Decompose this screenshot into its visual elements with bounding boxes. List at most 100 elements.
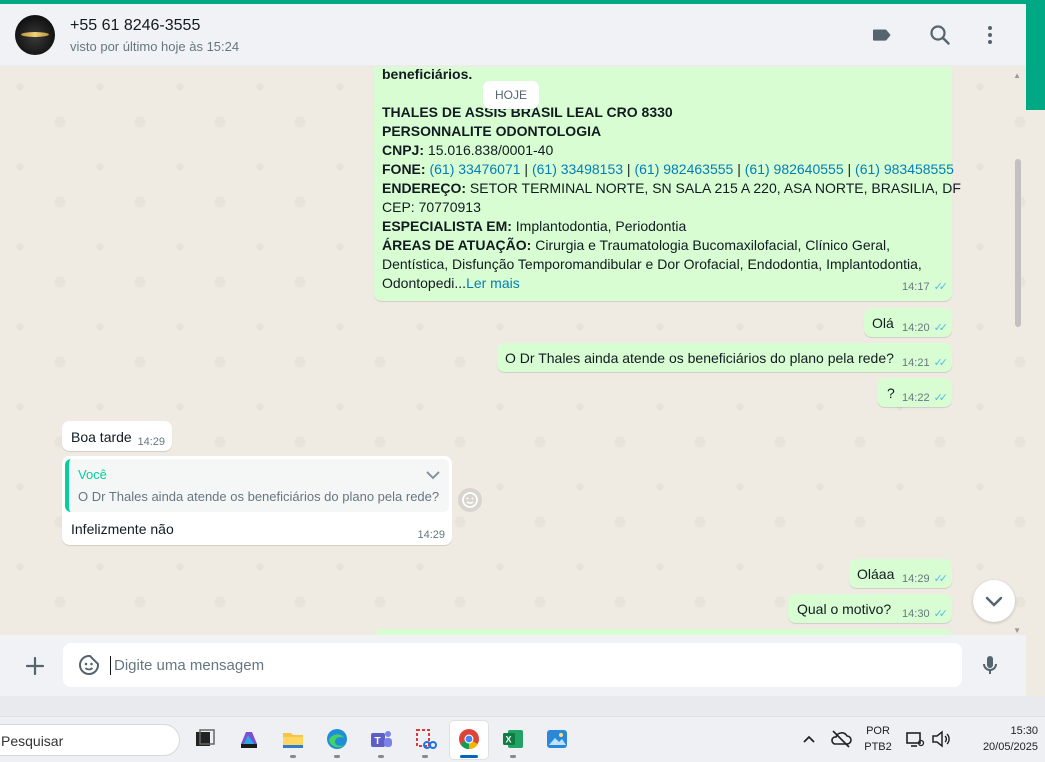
message-bubble-incoming-reply[interactable]: Você O Dr Thales ainda atende os benefic… — [62, 456, 452, 545]
message-text: 15.016.838/0001-40 — [424, 142, 554, 158]
excel-icon[interactable]: X — [500, 726, 526, 752]
sticker-emoji-icon[interactable] — [77, 653, 101, 677]
read-ticks-icon: ✓✓ — [933, 573, 949, 585]
scroll-to-bottom-button[interactable] — [973, 580, 1015, 622]
chrome-icon[interactable] — [456, 726, 482, 752]
clock-time[interactable]: 15:30 — [986, 725, 1038, 737]
read-ticks-icon: ✓✓ — [933, 281, 949, 293]
keyboard-language[interactable]: POR — [864, 725, 892, 737]
message-text: Olá — [872, 315, 894, 331]
react-emoji-icon[interactable] — [458, 488, 482, 512]
message-time: 14:21 ✓✓ — [902, 357, 949, 369]
cloud-offline-icon[interactable] — [828, 726, 854, 752]
volume-icon[interactable] — [928, 726, 954, 752]
running-indicator — [378, 755, 384, 758]
running-indicator — [422, 755, 428, 758]
date-divider: HOJE — [483, 81, 540, 109]
chevron-up-icon[interactable] — [796, 726, 822, 752]
read-ticks-icon: ✓✓ — [933, 608, 949, 620]
contact-name[interactable]: +55 61 8246-3555 — [70, 17, 200, 35]
windows-taskbar: Pesquisar T X POR PTB2 15:30 20/05/2025 — [0, 716, 1045, 762]
message-bubble-outgoing[interactable]: O Dr Thales ainda atende os beneficiário… — [497, 343, 952, 372]
svg-text:T: T — [375, 736, 381, 747]
keyboard-layout[interactable]: PTB2 — [862, 741, 894, 753]
message-text: Dentística, Disfunção Temporomandibular … — [382, 256, 922, 272]
phone-link[interactable]: (61) 982640555 — [745, 161, 844, 177]
scroll-up-arrow-icon[interactable]: ▲ — [1013, 71, 1021, 80]
chevron-down-icon[interactable] — [421, 463, 445, 487]
running-indicator — [510, 755, 516, 758]
phone-link[interactable]: (61) 33498153 — [532, 161, 623, 177]
message-label: FONE: — [382, 161, 426, 177]
microphone-icon[interactable] — [978, 653, 1002, 677]
window-accent-side — [1026, 4, 1045, 110]
message-text: Oláaa — [857, 566, 895, 582]
svg-text:X: X — [506, 735, 512, 745]
message-text: PERSONNALITE ODONTOLOGIA — [382, 123, 602, 139]
message-list[interactable]: beneficiários. THALES DE ASSIS BRASIL LE… — [0, 67, 1026, 635]
running-indicator — [334, 755, 340, 758]
message-time: 14:17 ✓✓ — [902, 281, 949, 293]
message-label: CNPJ: — [382, 142, 425, 158]
message-bubble-outgoing[interactable]: ? 14:22 ✓✓ — [877, 378, 952, 407]
message-text: Odontopedi... — [382, 275, 467, 291]
message-time: 14:29 — [137, 436, 165, 448]
message-bubble-outgoing[interactable]: Olá 14:20 ✓✓ — [864, 308, 952, 337]
separator: | — [843, 161, 856, 177]
attach-plus-icon[interactable] — [23, 654, 47, 678]
photos-icon[interactable] — [544, 726, 570, 752]
message-label: ENDEREÇO: — [382, 180, 467, 196]
taskbar-search-label: Pesquisar — [1, 733, 64, 749]
separator: | — [623, 161, 635, 177]
message-input-container[interactable] — [63, 643, 962, 687]
running-indicator — [290, 755, 296, 758]
message-text: Infelizmente não — [71, 521, 174, 537]
quoted-message[interactable]: Você O Dr Thales ainda atende os benefic… — [65, 459, 449, 512]
message-bubble-outgoing[interactable]: beneficiários. THALES DE ASSIS BRASIL LE… — [374, 67, 961, 301]
message-time: 14:22 ✓✓ — [902, 392, 949, 404]
avatar[interactable] — [15, 15, 55, 55]
message-text: Cirurgia e Traumatologia Bucomaxilofacia… — [531, 237, 891, 253]
search-icon[interactable] — [928, 23, 952, 47]
quoted-text: O Dr Thales ainda atende os beneficiário… — [78, 489, 440, 504]
snipping-tool-icon[interactable] — [412, 726, 438, 752]
quoted-author: Você — [78, 467, 107, 482]
separator: | — [733, 161, 745, 177]
phone-link[interactable]: (61) 33476071 — [429, 161, 520, 177]
edge-browser-icon[interactable] — [324, 726, 350, 752]
chat-header[interactable]: +55 61 8246-3555 visto por último hoje à… — [0, 4, 1026, 66]
scroll-down-arrow-icon[interactable]: ▼ — [1013, 626, 1021, 635]
message-text: ? — [887, 385, 895, 401]
contact-last-seen: visto por último hoje às 15:24 — [70, 39, 240, 54]
more-vertical-icon[interactable] — [978, 23, 1002, 47]
read-ticks-icon: ✓✓ — [933, 392, 949, 404]
microsoft-365-icon[interactable] — [236, 726, 262, 752]
desktop-background — [0, 696, 1045, 716]
teams-icon[interactable]: T — [368, 726, 394, 752]
message-text: Qual o motivo? — [797, 601, 892, 617]
scroll-thumb[interactable] — [1015, 159, 1021, 327]
message-bubble-outgoing[interactable]: Oláaa 14:29 ✓✓ — [849, 559, 952, 588]
phone-link[interactable]: (61) 983458555 — [855, 161, 954, 177]
taskbar-search-box[interactable]: Pesquisar — [0, 724, 180, 756]
message-label: ÁREAS DE ATUAÇÃO: — [382, 237, 532, 253]
message-text: Boa tarde — [71, 429, 132, 445]
task-view-icon[interactable] — [192, 726, 218, 752]
message-text: O Dr Thales ainda atende os beneficiário… — [505, 350, 894, 366]
message-text: CEP: 70770913 — [382, 199, 481, 215]
text-caret — [110, 656, 111, 675]
phone-link[interactable]: (61) 982463555 — [634, 161, 733, 177]
message-bubble-incoming[interactable]: Boa tarde 14:29 — [62, 421, 172, 451]
message-text: Implantodontia, Periodontia — [511, 218, 687, 234]
network-icon[interactable] — [902, 726, 928, 752]
message-label: ESPECIALISTA EM: — [382, 218, 512, 234]
read-ticks-icon: ✓✓ — [933, 357, 949, 369]
message-time: 14:20 ✓✓ — [902, 322, 948, 334]
clock-date[interactable]: 20/05/2025 — [960, 741, 1038, 753]
file-explorer-icon[interactable] — [280, 726, 306, 752]
read-more-link[interactable]: Ler mais — [466, 275, 520, 291]
label-icon[interactable] — [870, 23, 894, 47]
chat-scrollbar[interactable]: ▲ ▼ — [1013, 67, 1024, 635]
message-bubble-outgoing[interactable]: Qual o motivo? 14:30 ✓✓ — [788, 594, 952, 623]
message-input[interactable] — [114, 655, 934, 675]
